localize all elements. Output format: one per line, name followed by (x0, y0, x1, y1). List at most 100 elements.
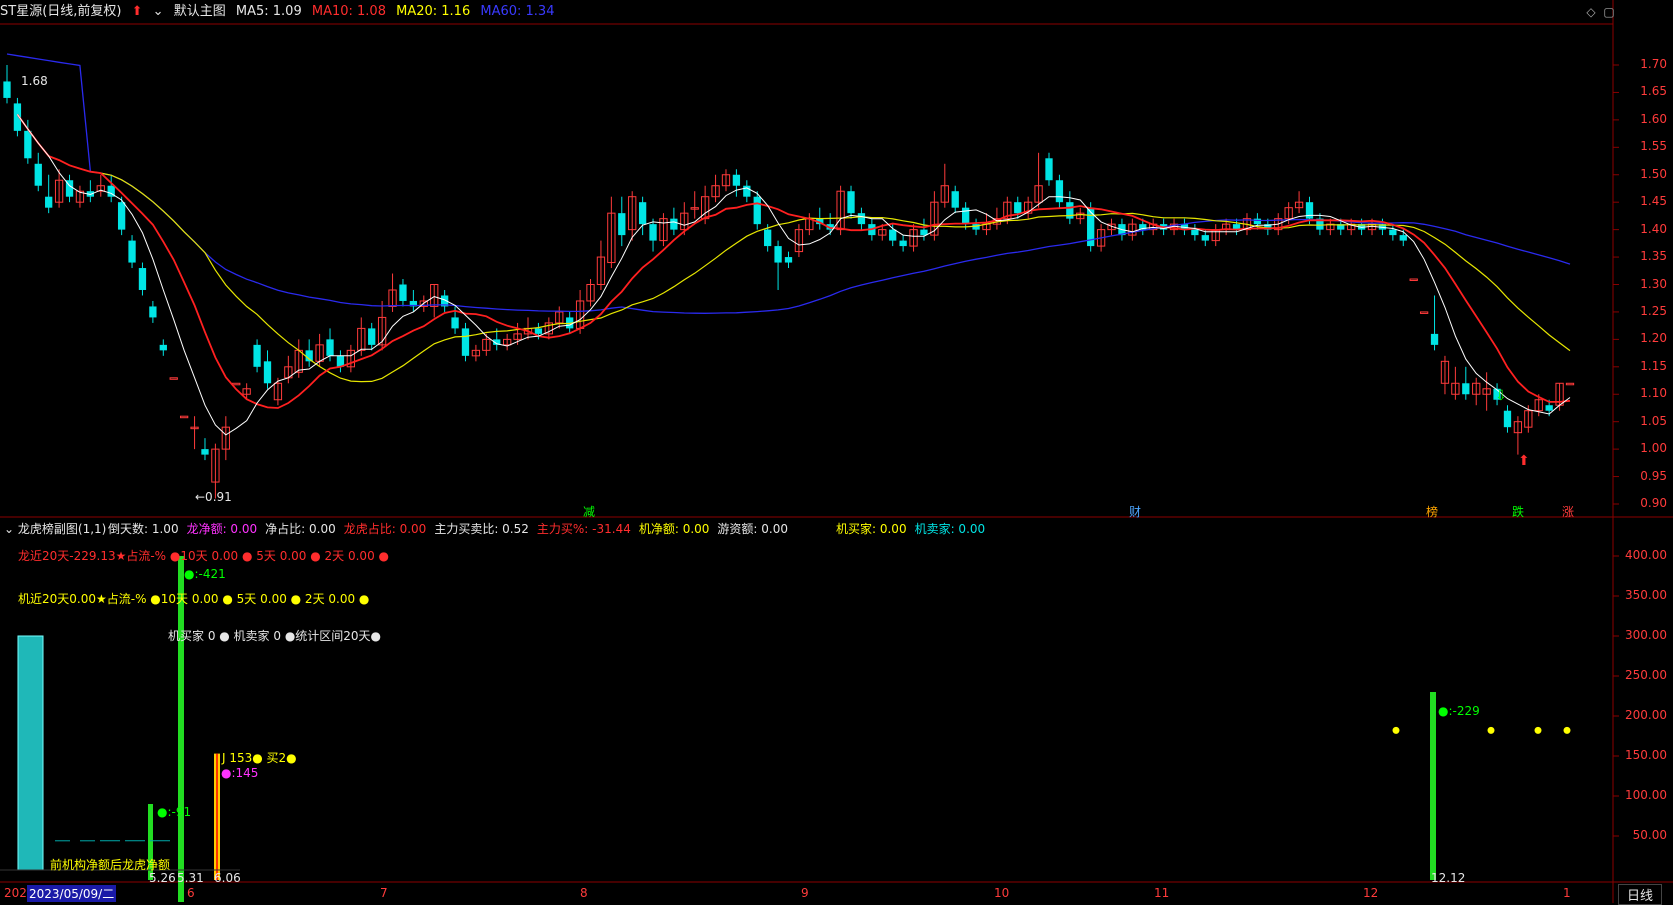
cyan-bar (17, 635, 44, 871)
price-axis-label: 1.30 (1640, 276, 1667, 291)
up-arrow-icon[interactable]: ⬆ (132, 4, 143, 19)
high-price-label: 1.68 (21, 74, 48, 88)
candle-body (920, 229, 928, 236)
candle-body (1409, 278, 1418, 282)
yellow-dot (1487, 726, 1495, 734)
sub-header-item: 龙净额: 0.00 (186, 522, 258, 536)
price-axis-label: 1.25 (1640, 303, 1667, 318)
sub-header-item: 机卖家: 0.00 (914, 522, 986, 536)
candle-body (534, 328, 543, 334)
candle-body (399, 284, 407, 301)
candle-body (326, 339, 334, 356)
ma10-line (16, 113, 1571, 409)
yellow-dot (1534, 726, 1542, 734)
event-tag[interactable]: 跌 (1512, 503, 1524, 520)
candle-body (232, 382, 241, 386)
green-bar-1 (178, 556, 184, 902)
diamond-icon[interactable]: ◇ (1584, 5, 1598, 19)
date-value-2: 5.31 (177, 871, 204, 885)
ma10-label: MA10: 1.08 (311, 4, 386, 19)
candle-body (159, 344, 167, 351)
inst-20d-line: 机近20天0.00★占流-% ●10天 0.00 ● 5天 0.00 ● 2天 … (18, 592, 370, 606)
candle-body (1419, 311, 1429, 314)
sub-chart-title[interactable]: 龙虎榜副图(1,1) (18, 522, 106, 536)
month-label: 8 (580, 886, 588, 900)
candle-body (1430, 333, 1439, 345)
yellow-dot (1563, 726, 1571, 734)
net-annotation-145: ●:145 (221, 766, 259, 780)
candle-body (253, 344, 261, 367)
sub-header-item: 游资额: 0.00 (717, 522, 788, 536)
date-value-4: 12.12 (1431, 871, 1466, 885)
sub-axis-label: 200.00 (1625, 708, 1667, 722)
sub-axis-label: 400.00 (1625, 548, 1667, 562)
price-axis-label: 1.70 (1640, 57, 1667, 71)
date-value-1: 5.26 (149, 871, 176, 885)
candle-body (34, 163, 42, 186)
candle-body (1503, 410, 1512, 428)
dragon-20d-line: 龙近20天-229.13★占流-% ●10天 0.00 ● 5天 0.00 ● … (18, 549, 389, 563)
candle-body (618, 213, 626, 236)
candle-body (149, 306, 157, 318)
candle-body (1201, 235, 1209, 241)
sub-axis-label: 350.00 (1625, 588, 1667, 602)
candle-body (3, 81, 11, 98)
price-axis-label: 1.50 (1640, 166, 1667, 181)
stock-title[interactable]: ST星源(日线,前复权) (0, 4, 121, 19)
candle-body (857, 213, 866, 225)
candle-body (743, 185, 751, 197)
event-tag[interactable]: 财 (1129, 503, 1141, 520)
candle-body (1045, 158, 1053, 181)
sub-axis-label: 300.00 (1625, 628, 1667, 642)
sub-header-items: 倒天数: 1.00 龙净额: 0.00 净占比: 0.00 龙虎占比: 0.00 主力买… (108, 520, 993, 537)
month-label: 1 (1563, 886, 1571, 900)
period-selector[interactable]: 日线 (1618, 884, 1663, 905)
price-axis-label: 1.45 (1640, 194, 1667, 209)
candle-body (774, 246, 782, 263)
chevron-down-icon[interactable]: ⌄ (153, 4, 164, 19)
candle-body (1253, 218, 1262, 225)
sub-header-item: 净占比: 0.00 (265, 522, 336, 536)
net-annotation-2: ●:-91 (157, 805, 192, 819)
candle-body (128, 240, 136, 263)
event-tag[interactable]: 减 (583, 503, 595, 520)
candle-body (1055, 180, 1064, 203)
up-arrow-icon: ⬆ (1518, 453, 1530, 469)
candle-body (1389, 229, 1397, 236)
window-icon[interactable]: ▢ (1602, 5, 1616, 19)
chevron-down-icon[interactable]: ⌄ (4, 522, 14, 536)
candle-body (451, 317, 459, 329)
month-label: 10 (994, 886, 1010, 900)
sub-axis-label: 50.00 (1632, 828, 1667, 842)
price-axis-label: 1.40 (1640, 221, 1667, 236)
ma5-line (16, 114, 1571, 436)
price-axis-label: 1.10 (1640, 386, 1667, 401)
candle-body (179, 415, 189, 419)
price-axis-label: 1.65 (1640, 84, 1667, 99)
candle-body (847, 191, 855, 214)
candle-body (784, 257, 793, 263)
sub-axis-label: 150.00 (1625, 748, 1667, 762)
candle-body (732, 174, 741, 186)
candle-body (201, 449, 209, 455)
buy-annotation: J 153● 买2● (222, 751, 297, 765)
price-axis-label: 1.15 (1640, 358, 1667, 373)
candle-body (961, 207, 970, 225)
main-chart-header: ST星源(日线,前复权) ⬆ ⌄ 默认主图 MA5: 1.09 MA10: 1.… (0, 0, 560, 24)
ma5-label: MA5: 1.09 (235, 4, 302, 19)
price-axis-label: 1.20 (1640, 331, 1667, 346)
price-axis-label: 1.55 (1640, 139, 1667, 154)
main-indicator-label[interactable]: 默认主图 (174, 4, 226, 19)
event-tag[interactable]: 榜 (1426, 503, 1438, 520)
ma20-label: MA20: 1.16 (396, 4, 471, 19)
candle-body (1305, 202, 1314, 219)
ma60-line (6, 53, 1571, 314)
candle-body (1565, 382, 1575, 386)
sub-axis-label: 100.00 (1625, 788, 1667, 802)
candle-body (1191, 229, 1199, 236)
sub-axis-label: 250.00 (1625, 668, 1667, 682)
event-tag[interactable]: 涨 (1562, 503, 1574, 520)
price-axis-label: 1.60 (1640, 111, 1667, 126)
date-prefix: 202 (4, 886, 27, 900)
price-axis-label: 1.05 (1640, 413, 1667, 428)
